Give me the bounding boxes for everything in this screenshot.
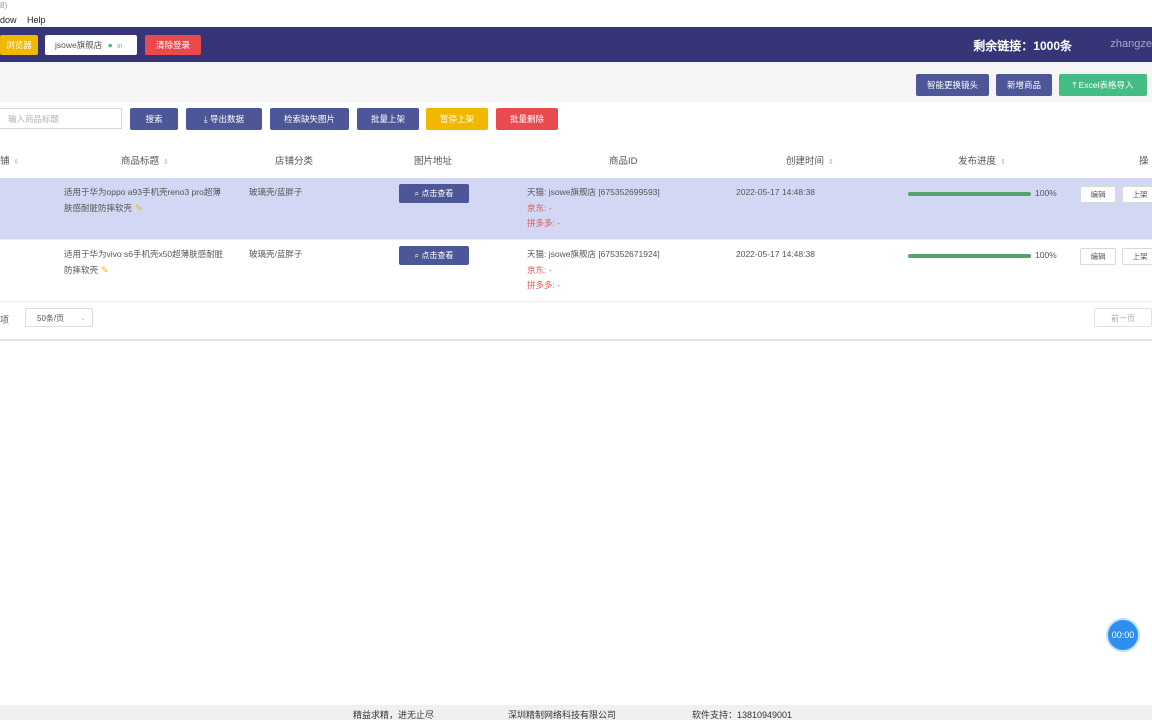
sort-icon: ⇕ <box>163 159 169 166</box>
created-time: 2022-05-17 14:48:38 <box>736 249 815 259</box>
progress-bar <box>908 192 1031 196</box>
username[interactable]: zhangze <box>1110 38 1152 50</box>
title-line-1: 适用于华为oppo a93手机壳reno3 pro超薄 <box>64 187 221 197</box>
product-title: 适用于华为oppo a93手机壳reno3 pro超薄 肤感耐脏防摔软壳 ✎ <box>64 185 244 216</box>
export-button[interactable]: ⤓ 导出数据 <box>186 108 262 130</box>
pencil-icon[interactable]: ✎ <box>135 203 143 213</box>
tmall-id: 天猫: jsowe旗舰店 [675352699593] <box>527 187 660 197</box>
progress-fill <box>908 254 1031 258</box>
window-title: 8) <box>0 1 8 10</box>
col-store[interactable]: 铺 ⇕ <box>0 153 19 167</box>
prev-page-button[interactable]: 前一页 <box>1094 308 1152 327</box>
logout-button[interactable]: 清除登录 <box>145 35 201 55</box>
export-label: 导出数据 <box>210 114 245 124</box>
tmall-id: 天猫: jsowe旗舰店 [675352671924] <box>527 249 660 259</box>
table-row[interactable]: 适用于华为vivo s6手机壳x50超薄肤感耐脏 防摔软壳 ✎ 玻璃壳/蓝胖子 ⌕… <box>0 240 1152 302</box>
sort-icon: ⇕ <box>828 159 834 166</box>
window-titlebar: 8) <box>0 0 1152 13</box>
col-progress[interactable]: 发布进度 ⇕ <box>958 153 1006 167</box>
add-product-button[interactable]: 新增商品 <box>996 74 1052 96</box>
pencil-icon[interactable]: ✎ <box>101 265 109 275</box>
view-image-button[interactable]: ⌕ 点击查看 <box>399 246 469 265</box>
col-title-label: 商品标题 <box>121 156 160 167</box>
footer: 精益求精，进无止尽 深圳精制网络科技有限公司 软件支持：13810949001 <box>0 705 1152 720</box>
pdd-id: 拼多多: - <box>527 280 561 290</box>
sort-icon: ⇕ <box>1000 159 1006 166</box>
col-ops: 操 <box>1139 156 1149 167</box>
page-size-select[interactable]: 50条/页 ⌄ <box>25 308 93 327</box>
menu-help[interactable]: Help <box>27 15 46 25</box>
edit-button[interactable]: 编辑 <box>1080 248 1116 265</box>
sort-icon: ⇕ <box>13 159 20 166</box>
store-category: 玻璃壳/蓝胖子 <box>249 249 303 259</box>
recording-timer[interactable]: 00:00 <box>1108 620 1138 650</box>
pdd-id: 拼多多: - <box>527 218 561 228</box>
store-category: 玻璃壳/蓝胖子 <box>249 187 303 197</box>
pagination: 项 50条/页 ⌄ 前一页 <box>0 302 1152 341</box>
batch-up-button[interactable]: 批量上架 <box>357 108 419 130</box>
excel-import-button[interactable]: ⤒ Excel表格导入 <box>1059 74 1147 96</box>
col-category: 店铺分类 <box>275 156 314 167</box>
title-line-2: 防摔软壳 <box>64 264 99 275</box>
col-created-label: 创建时间 <box>786 156 825 167</box>
page-size-value: 50条/页 <box>37 314 65 323</box>
check-images-button[interactable]: 检索缺失图片 <box>270 108 349 130</box>
title-line-2: 肤感耐脏防摔软壳 <box>64 202 133 213</box>
shelf-button[interactable]: 上架 <box>1122 186 1152 203</box>
view-image-label: 点击查看 <box>421 251 454 260</box>
browser-button[interactable]: 浏览器 <box>0 35 38 55</box>
created-time: 2022-05-17 14:48:38 <box>736 187 815 197</box>
col-title[interactable]: 商品标题 ⇕ <box>121 153 169 167</box>
col-image: 图片地址 <box>414 156 453 167</box>
footer-support: 软件支持：13810949001 <box>692 710 793 720</box>
store-name: jsowe旗舰店 <box>55 40 103 50</box>
menu-window[interactable]: dow <box>0 15 17 25</box>
store-status: in <box>117 43 123 50</box>
product-title: 适用于华为vivo s6手机壳x50超薄肤感耐脏 防摔软壳 ✎ <box>64 247 244 278</box>
menubar: dow Help <box>0 13 1152 27</box>
shield-icon: ● <box>107 40 113 50</box>
edit-button[interactable]: 编辑 <box>1080 186 1116 203</box>
progress-percent: 100% <box>1035 250 1057 260</box>
smart-replace-button[interactable]: 智能更换镜头 <box>916 74 989 96</box>
remaining-links: 剩余链接：1000条 <box>973 39 1072 53</box>
items-suffix: 项 <box>0 315 10 325</box>
progress-fill <box>908 192 1031 196</box>
batch-delete-button[interactable]: 批量删除 <box>496 108 558 130</box>
store-selector[interactable]: jsowe旗舰店 ● in <box>45 35 137 55</box>
footer-slogan: 精益求精，进无止尽 <box>353 710 435 720</box>
view-image-label: 点击查看 <box>421 189 454 198</box>
jd-id: 京东: - <box>527 202 552 213</box>
table-row[interactable]: 适用于华为oppo a93手机壳reno3 pro超薄 肤感耐脏防摔软壳 ✎ 玻璃… <box>0 178 1152 240</box>
col-created[interactable]: 创建时间 ⇕ <box>786 153 834 167</box>
shelf-button[interactable]: 上架 <box>1122 248 1152 265</box>
view-image-button[interactable]: ⌕ 点击查看 <box>399 184 469 203</box>
chevron-down-icon: ⌄ <box>80 315 86 322</box>
progress-bar <box>908 254 1031 258</box>
excel-import-label: Excel表格导入 <box>1078 80 1134 90</box>
search-button[interactable]: 搜索 <box>130 108 178 130</box>
progress-percent: 100% <box>1035 188 1057 198</box>
actions-bar: 智能更换镜头 新增商品 ⤒ Excel表格导入 <box>0 62 1152 102</box>
col-progress-label: 发布进度 <box>958 156 997 167</box>
title-line-1: 适用于华为vivo s6手机壳x50超薄肤感耐脏 <box>64 249 224 259</box>
search-input[interactable]: 输入商品标题 <box>0 108 122 129</box>
pause-up-button[interactable]: 暂停上架 <box>426 108 488 130</box>
footer-company: 深圳精制网络科技有限公司 <box>508 710 617 720</box>
top-header: 浏览器 jsowe旗舰店 ● in 清除登录 剩余链接：1000条 zhangz… <box>0 27 1152 62</box>
col-product-id: 商品ID <box>609 156 638 167</box>
product-ids: 天猫: jsowe旗舰店 [675352671924] 京东: - 拼多多: - <box>527 247 660 294</box>
col-store-label: 铺 <box>0 156 10 167</box>
table-header: 铺 ⇕ 商品标题 ⇕ 店铺分类 图片地址 商品ID 创建时间 ⇕ 发布进度 ⇕ 操 <box>0 139 1152 179</box>
jd-id: 京东: - <box>527 264 552 275</box>
product-ids: 天猫: jsowe旗舰店 [675352699593] 京东: - 拼多多: - <box>527 185 660 232</box>
